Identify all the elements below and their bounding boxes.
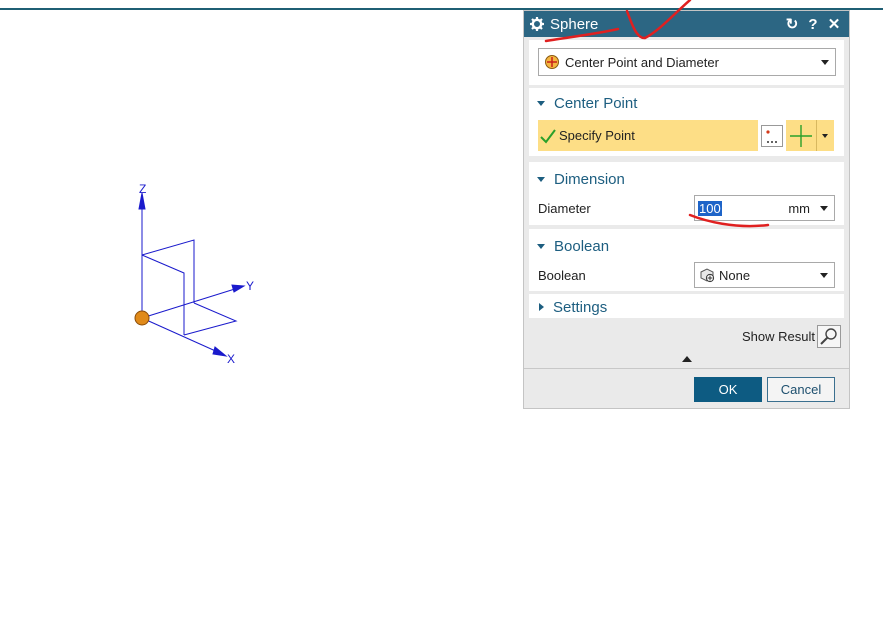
boolean-header-label: Boolean	[554, 237, 610, 255]
diameter-unit[interactable]: mm	[788, 201, 810, 216]
settings-section: Settings	[529, 294, 844, 318]
y-axis-arrow	[231, 284, 246, 293]
point-dialog-button[interactable]	[761, 124, 783, 147]
chevron-down-icon	[820, 205, 828, 211]
diameter-field[interactable]: 100 mm	[694, 195, 835, 221]
diameter-input[interactable]: 100	[698, 200, 722, 216]
dimension-header-label: Dimension	[554, 170, 625, 188]
boolean-section: Boolean Boolean None	[529, 229, 844, 291]
footer-divider	[524, 368, 849, 369]
ok-button[interactable]: OK	[694, 377, 762, 402]
boolean-header[interactable]: Boolean	[529, 234, 844, 258]
checkmark-icon	[540, 128, 556, 144]
dimension-header[interactable]: Dimension	[529, 167, 844, 191]
show-result-label: Show Result	[742, 328, 815, 344]
boolean-label: Boolean	[538, 267, 586, 283]
dialog-titlebar[interactable]: Sphere ↻ ? ✕	[524, 11, 849, 37]
chevron-down-icon	[821, 59, 829, 65]
settings-header[interactable]: Settings	[529, 296, 844, 318]
chevron-up-icon	[681, 356, 692, 362]
specify-point-field[interactable]: Specify Point	[538, 120, 758, 151]
help-icon[interactable]: ?	[804, 16, 822, 33]
x-axis-arrow	[212, 346, 228, 357]
show-result-row: Show Result	[524, 324, 841, 348]
xz-plane	[141, 254, 185, 335]
cancel-button[interactable]: Cancel	[767, 377, 835, 402]
y-axis-label: Y	[246, 279, 254, 293]
type-select-value: Center Point and Diameter	[565, 54, 719, 70]
collapse-caret-icon	[537, 243, 545, 249]
boolean-value: None	[719, 267, 751, 283]
gear-icon	[530, 17, 544, 31]
origin-point	[134, 310, 150, 326]
center-point-header[interactable]: Center Point	[529, 91, 844, 115]
close-icon[interactable]: ✕	[825, 15, 843, 33]
specify-point-label: Specify Point	[559, 128, 635, 143]
reset-icon[interactable]: ↻	[783, 15, 801, 33]
point-dots-icon	[766, 129, 777, 143]
dialog-footer: OK Cancel	[524, 377, 835, 402]
diameter-label: Diameter	[538, 200, 591, 216]
settings-header-label: Settings	[553, 298, 608, 316]
center-diameter-icon	[545, 55, 559, 69]
expand-caret-icon	[539, 303, 544, 311]
inferred-point-select[interactable]	[786, 120, 834, 151]
center-point-section: Center Point Specify Point	[529, 88, 844, 156]
show-result-button[interactable]	[817, 324, 841, 348]
boolean-select[interactable]: None	[694, 262, 835, 288]
plus-point-icon	[790, 124, 812, 147]
magnifier-icon	[820, 327, 837, 345]
z-axis-label: Z	[139, 182, 146, 196]
center-point-header-label: Center Point	[554, 94, 638, 112]
xy-plane	[183, 302, 238, 336]
yz-plane	[141, 239, 195, 303]
type-section: Center Point and Diameter	[529, 40, 844, 85]
collapse-dialog-toggle[interactable]	[524, 348, 849, 362]
collapse-caret-icon	[537, 176, 545, 182]
x-axis-line	[141, 317, 221, 354]
collapse-caret-icon	[537, 100, 545, 106]
x-axis-label: X	[227, 352, 235, 366]
boolean-none-icon	[700, 268, 715, 283]
dialog-title: Sphere	[550, 15, 599, 33]
diameter-row: Diameter 100 mm	[529, 195, 844, 221]
chevron-down-icon	[822, 133, 828, 138]
sphere-dialog: Sphere ↻ ? ✕ Center Point and Diameter C…	[523, 10, 850, 409]
chevron-down-icon	[820, 272, 828, 278]
coordinate-system: Z Y X	[134, 182, 254, 366]
dimension-section: Dimension Diameter 100 mm	[529, 162, 844, 225]
specify-point-row: Specify Point	[538, 120, 844, 151]
boolean-row: Boolean None	[529, 262, 844, 288]
type-select[interactable]: Center Point and Diameter	[538, 48, 836, 76]
y-axis-line	[141, 287, 239, 319]
